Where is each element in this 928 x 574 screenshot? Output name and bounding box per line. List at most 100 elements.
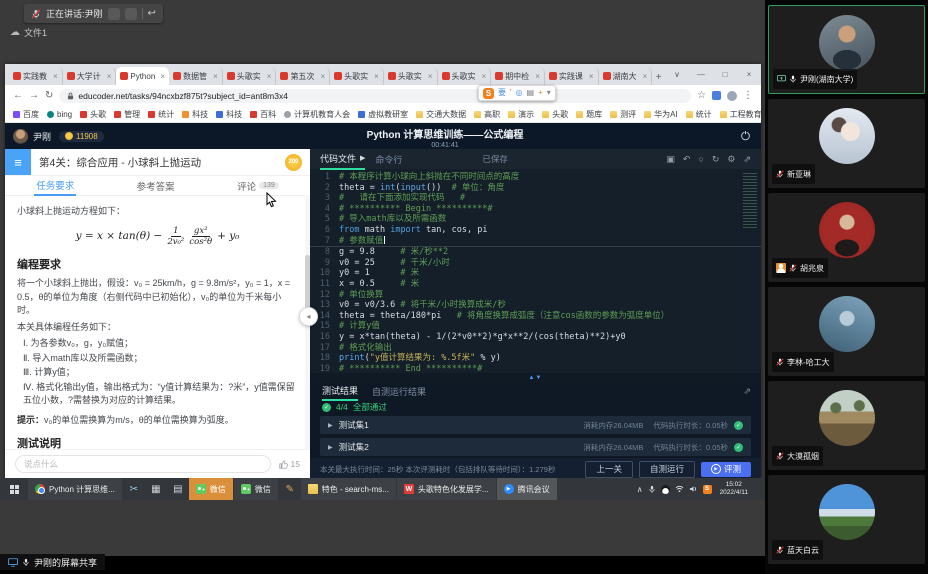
participant-tile[interactable]: 尹刚(湖南大学) [768, 5, 925, 94]
close-icon[interactable]: × [737, 64, 761, 85]
url-text[interactable]: educoder.net/tasks/94ncxbzf875t?subject_… [78, 91, 288, 101]
task-tab-任务要求[interactable]: 任务要求 [34, 175, 76, 196]
code-line[interactable]: 1# 本程序计算小球向上斜抛在不同时间点的高度 [310, 172, 761, 183]
bookmark-item[interactable]: 科技 [182, 109, 208, 120]
tab-close-icon[interactable]: × [589, 72, 594, 81]
tab-close-icon[interactable]: × [53, 72, 58, 81]
participant-tile[interactable]: 新亚琳 [768, 99, 925, 188]
tab-close-icon[interactable]: × [160, 72, 165, 81]
address-bar[interactable]: educoder.net/tasks/94ncxbzf875t?subject_… [59, 89, 691, 103]
participant-tile[interactable]: 胡兆泉 [768, 193, 925, 282]
tab-close-icon[interactable]: × [428, 72, 433, 81]
bookmark-item[interactable]: 虚拟教研室 [358, 109, 408, 120]
note-taskbar-icon[interactable]: ▤ [167, 478, 189, 500]
ime-tool-icon[interactable]: ▾ [547, 89, 551, 97]
tab-search-icon[interactable]: ∨ [665, 64, 689, 85]
bookmark-item[interactable]: 工程教育专业认证 [720, 109, 761, 120]
splitter-arrows-icon[interactable]: ▲▼ [529, 375, 543, 381]
test-set-row[interactable]: ▶测试集2消耗内存26.04MB代码执行时长：0.05秒✓ [320, 438, 751, 456]
tab-close-icon[interactable]: × [643, 72, 648, 81]
exit-power-icon[interactable] [740, 130, 751, 141]
bookmark-item[interactable]: 高职 [474, 109, 500, 120]
settings-gear-icon[interactable]: ⚙ [727, 154, 735, 165]
panel-collapse-handle[interactable]: ◂ [299, 307, 318, 326]
reload-icon[interactable]: ↻ [45, 90, 53, 101]
bookmark-star-icon[interactable]: ☆ [697, 90, 706, 101]
bookmark-item[interactable]: 演示 [508, 109, 534, 120]
tab-close-icon[interactable]: × [107, 72, 112, 81]
bookmark-item[interactable]: 科技 [216, 109, 242, 120]
taskbar-task-wps[interactable]: W头歌特色化发展学... [397, 478, 496, 500]
tray-qq-icon[interactable] [661, 485, 670, 494]
taskbar-task-chrome[interactable]: Python 计算思维... [28, 478, 122, 500]
taskbar-task-wechat[interactable]: 微信 [189, 478, 233, 500]
code-line[interactable]: 9v0 = 25 # 千米/小时 [310, 258, 761, 269]
bookmark-item[interactable]: 统计 [148, 109, 174, 120]
tray-mic-icon[interactable] [648, 485, 656, 494]
like-control[interactable]: 15 [279, 459, 300, 469]
code-line[interactable]: 2theta = int(input()) # 单位：角度 [310, 183, 761, 194]
bookmark-item[interactable]: 测评 [610, 109, 636, 120]
tray-clock[interactable]: 15:02 2022/4/11 [717, 481, 751, 497]
ime-tool-icon[interactable]: + [538, 89, 543, 97]
browser-tab[interactable]: 头歌实× [384, 67, 438, 85]
tab-close-icon[interactable]: × [535, 72, 540, 81]
tab-close-icon[interactable]: × [213, 72, 218, 81]
fullscreen-icon[interactable]: ⇗ [743, 154, 751, 165]
code-line[interactable]: 12# 单位换算 [310, 290, 761, 301]
tab-selftest-results[interactable]: 自测运行结果 [372, 385, 426, 398]
profile-avatar[interactable] [727, 91, 737, 101]
run-file-icon[interactable]: ▶ [360, 154, 365, 162]
code-line[interactable]: 17# 格式化输出 [310, 343, 761, 354]
tab-command-line[interactable]: 命令行 [375, 153, 402, 166]
code-line[interactable]: 8g = 9.8 # 米/秒**2 [310, 247, 761, 258]
undo-icon[interactable]: ↶ [683, 154, 691, 165]
tab-close-icon[interactable]: × [267, 72, 272, 81]
bookmark-item[interactable]: 计算机教育人会 [284, 109, 350, 120]
tray-sogou-icon[interactable]: S [703, 485, 712, 494]
reset-icon[interactable]: ○ [698, 154, 703, 165]
extension-icon[interactable] [712, 91, 721, 100]
calc-taskbar-icon[interactable]: ▦ [145, 478, 167, 500]
minimize-icon[interactable]: — [689, 64, 713, 85]
participant-tile[interactable]: 大漠孤烟 [768, 381, 925, 470]
test-set-row[interactable]: ▶测试集1消耗内存26.04MB代码执行时长：0.05秒✓ [320, 416, 751, 434]
bookmark-item[interactable]: 交通大数据 [416, 109, 466, 120]
history-icon[interactable]: ↻ [712, 154, 720, 165]
code-line[interactable]: 11x = 0.5 # 米 [310, 279, 761, 290]
tab-close-icon[interactable]: × [374, 72, 379, 81]
expand-row-icon[interactable]: ▶ [328, 444, 333, 451]
file-tree-icon[interactable]: ▣ [666, 154, 675, 165]
browser-tab[interactable]: 头歌实× [223, 67, 277, 85]
bookmark-item[interactable]: 百度 [13, 109, 39, 120]
bookmark-item[interactable]: 头歌 [542, 109, 568, 120]
expand-row-icon[interactable]: ▶ [328, 422, 333, 429]
bookmark-item[interactable]: 管理 [114, 109, 140, 120]
hamburger-menu-icon[interactable]: ≡ [5, 149, 31, 175]
bookmark-item[interactable]: 华为AI [644, 109, 678, 120]
taskbar-task-meeting[interactable]: ▶腾讯会议 [497, 478, 557, 500]
ime-tool-icon[interactable]: ' [510, 89, 512, 97]
overlay-tool-icon[interactable] [125, 8, 137, 20]
task-tab-参考答案[interactable]: 参考答案 [135, 176, 177, 195]
start-button[interactable] [0, 478, 28, 500]
browser-tab[interactable]: 头歌实× [330, 67, 384, 85]
overlay-tool-icon[interactable] [108, 8, 120, 20]
participant-tile[interactable]: 李林-哈工大 [768, 287, 925, 376]
browser-tab[interactable]: Python× [116, 67, 169, 85]
bookmark-item[interactable]: 百科 [250, 109, 276, 120]
code-line[interactable]: 7# 参数赋值 [310, 236, 761, 248]
code-line[interactable]: 15# 计算y值 [310, 321, 761, 332]
panel-splitter[interactable]: ▲▼ [310, 373, 761, 382]
browser-tab[interactable]: 实践教× [9, 67, 63, 85]
ime-tool-icon[interactable]: ▤ [527, 89, 535, 97]
user-avatar[interactable] [13, 129, 28, 144]
browser-tab[interactable]: 湖南大× [599, 67, 653, 85]
tray-volume-icon[interactable] [689, 485, 698, 493]
menu-icon[interactable]: ⋮ [743, 90, 753, 101]
code-line[interactable]: 4# ********** Begin **********# [310, 204, 761, 215]
ime-tool-icon[interactable]: 要 [498, 89, 506, 97]
tab-close-icon[interactable]: × [482, 72, 487, 81]
ime-toolbar[interactable]: S 要'◎▤+▾ [478, 85, 556, 101]
bookmark-item[interactable]: bing [47, 110, 72, 119]
